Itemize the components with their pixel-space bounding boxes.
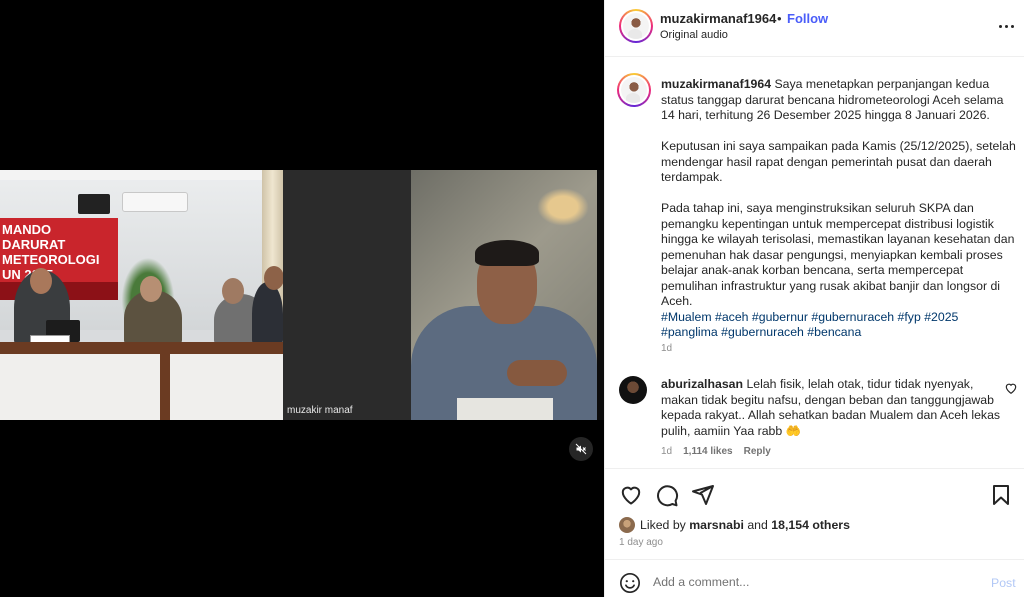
air-conditioner (122, 192, 188, 212)
share-paper-plane-icon[interactable] (691, 483, 715, 507)
post-panel: muzakirmanaf1964 • Follow Original audio… (604, 0, 1024, 597)
comment-like-heart-icon[interactable] (1004, 381, 1018, 395)
wall-speaker (78, 194, 110, 214)
add-comment-bar: Post (605, 559, 1024, 597)
speaker-arm (507, 360, 567, 386)
comment-timestamp: 1d (661, 446, 673, 457)
table-top (0, 342, 283, 354)
action-bar: Liked by marsnabi and 18,154 others 1 da… (605, 468, 1024, 558)
caption-paragraph-3: Pada tahap ini, saya menginstruksikan se… (661, 201, 1018, 308)
participant-3-head (222, 278, 244, 304)
likes-summary: Liked by marsnabi and 18,154 others (640, 518, 850, 532)
original-audio-link[interactable]: Original audio (660, 29, 728, 41)
lamp (537, 188, 589, 226)
more-dot-icon (1010, 24, 1014, 28)
speaker-hair (475, 240, 539, 266)
caption-text: muzakirmanaf1964 Saya menetapkan perpanj… (661, 77, 1017, 341)
video-player[interactable]: MANDO DARURAT METEOROLOGI UN 2025 (0, 0, 604, 597)
caption-hashtags[interactable]: #Mualem #aceh #gubernur #gubernuraceh #f… (661, 310, 1017, 341)
feed-border (597, 170, 604, 420)
comment-likes-count[interactable]: 1,114 likes (683, 446, 733, 457)
participant-name-label: muzakir manaf (287, 405, 353, 416)
commenter-avatar[interactable] (619, 376, 647, 404)
post-timestamp: 1 day ago (619, 537, 663, 548)
save-bookmark-icon[interactable] (989, 483, 1013, 507)
add-comment-input[interactable] (653, 568, 973, 596)
follow-button[interactable]: Follow (787, 11, 828, 26)
speaker-feed (411, 170, 597, 420)
caption-paragraph-2: Keputusan ini saya sampaikan pada Kamis … (661, 139, 1020, 184)
paper-sheet (457, 398, 553, 420)
participant-4-head (264, 266, 283, 290)
banner-text: MANDO DARURAT METEOROLOGI UN 2025 (2, 222, 100, 282)
participant-1-head (30, 268, 52, 294)
caption-timestamp: 1d (661, 343, 673, 354)
video-frame: MANDO DARURAT METEOROLOGI UN 2025 (0, 170, 604, 420)
comment-bubble-icon[interactable] (655, 483, 679, 507)
author-avatar[interactable] (619, 9, 653, 43)
emoji-smiley-icon[interactable] (619, 572, 641, 594)
comment-meta: 1d 1,114 likes Reply (661, 446, 771, 457)
participant-2-head (140, 276, 162, 302)
liked-by-others[interactable]: 18,154 others (771, 518, 850, 532)
reply-button[interactable]: Reply (744, 446, 771, 457)
commenter-username[interactable]: aburizalhasan (661, 377, 743, 391)
participant-4 (252, 282, 283, 346)
more-options-button[interactable] (995, 16, 1017, 36)
liked-by-and: and (747, 518, 768, 532)
speaker-muted-icon (575, 443, 587, 455)
separator-dot: • (777, 11, 782, 26)
like-heart-icon[interactable] (619, 483, 643, 507)
caption-username[interactable]: muzakirmanaf1964 (661, 77, 771, 91)
liked-by-user[interactable]: marsnabi (689, 518, 744, 532)
post-header: muzakirmanaf1964 • Follow Original audio (605, 0, 1024, 57)
table-front (0, 354, 283, 420)
liked-by-prefix: Liked by (640, 518, 686, 532)
author-username[interactable]: muzakirmanaf1964 (660, 11, 776, 26)
post-comment-button[interactable]: Post (991, 576, 1016, 590)
comments-area: muzakirmanaf1964 Saya menetapkan perpanj… (605, 58, 1024, 466)
caption-author-avatar[interactable] (617, 73, 651, 107)
room-ceiling (0, 170, 283, 180)
comment-text: aburizalhasan Lelah fisik, lelah otak, t… (661, 377, 1001, 439)
table-edge (160, 354, 170, 420)
liker-avatar[interactable] (619, 517, 635, 533)
empty-video-tile (283, 170, 411, 420)
meeting-room-feed: MANDO DARURAT METEOROLOGI UN 2025 (0, 170, 283, 420)
more-dot-icon (1004, 24, 1008, 28)
more-dot-icon (998, 24, 1002, 28)
mute-button[interactable] (569, 437, 593, 461)
